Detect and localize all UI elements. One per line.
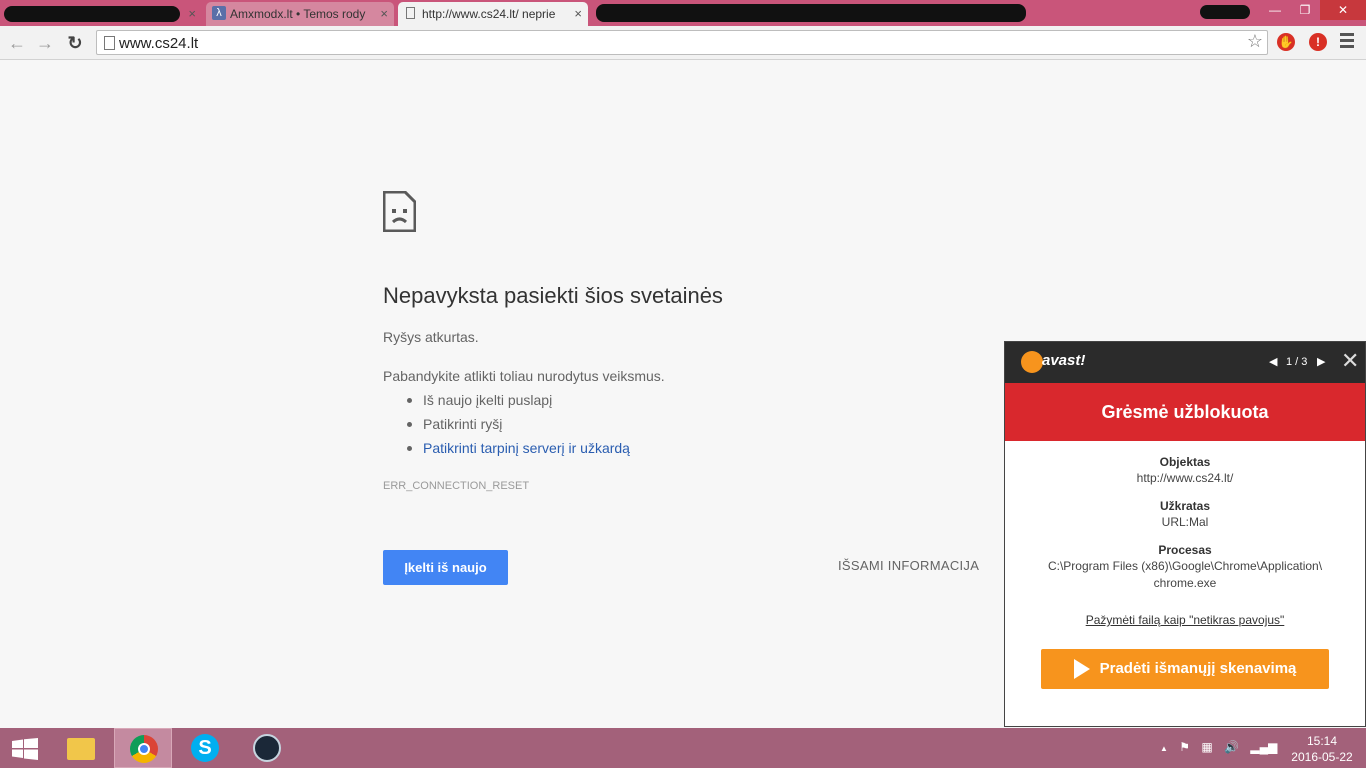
avast-logo-icon xyxy=(1021,351,1043,373)
volume-icon[interactable]: 🔊 xyxy=(1224,740,1239,754)
chrome-taskbar-button[interactable] xyxy=(114,728,172,768)
details-button[interactable]: IŠSAMI INFORMACIJA xyxy=(838,558,979,573)
list-item: Patikrinti ryšį xyxy=(405,415,630,439)
prev-arrow-icon[interactable]: ◀ xyxy=(1269,355,1277,368)
file-explorer-icon xyxy=(67,738,95,760)
process-label: Procesas xyxy=(1158,543,1212,557)
forward-button[interactable]: → xyxy=(34,32,56,54)
steam-icon xyxy=(253,734,281,762)
reload-icon[interactable]: ↻ xyxy=(64,32,86,54)
page-icon xyxy=(406,7,415,19)
object-label: Objektas xyxy=(1159,455,1211,469)
threat-blocked-banner: Grėsmė užblokuota xyxy=(1005,383,1365,441)
reload-button[interactable]: Įkelti iš naujo xyxy=(383,550,508,585)
bookmark-star-icon[interactable]: ☆ xyxy=(1247,31,1263,52)
object-value: http://www.cs24.lt/ xyxy=(1136,471,1234,485)
mark-false-positive-link[interactable]: Pažymėti failą kaip "netikras pavojus" xyxy=(1005,613,1365,627)
minimize-button[interactable]: — xyxy=(1260,0,1290,20)
smart-scan-label: Pradėti išmanųjį skenavimą xyxy=(1099,659,1297,677)
skype-taskbar-button[interactable]: S xyxy=(176,728,234,768)
network-icon[interactable]: ▦ xyxy=(1201,740,1212,754)
chrome-icon xyxy=(130,735,158,763)
avast-logo-text: avast! xyxy=(1042,352,1086,369)
clock-time[interactable]: 15:14 xyxy=(1292,734,1352,748)
signal-icon[interactable]: ▂▄▆ xyxy=(1250,740,1277,754)
file-explorer-button[interactable] xyxy=(52,728,110,768)
start-icon[interactable] xyxy=(12,738,38,760)
clock-date[interactable]: 2016-05-22 xyxy=(1287,750,1357,764)
tab-redacted[interactable]: × xyxy=(2,2,202,26)
tab-label: Amxmodx.lt • Temos rody xyxy=(230,7,366,21)
page-icon xyxy=(104,36,115,50)
try-text: Pabandykite atlikti toliau nurodytus vei… xyxy=(383,368,665,384)
sad-page-icon xyxy=(383,191,416,232)
chrome-menu-icon[interactable] xyxy=(1340,33,1354,51)
suggestion-list: Iš naujo įkelti puslapį Patikrinti ryšį … xyxy=(405,391,630,463)
tab-close-icon[interactable]: × xyxy=(380,6,388,21)
redacted-scribble xyxy=(596,4,1026,22)
play-icon xyxy=(1073,659,1090,679)
adblock-icon[interactable]: ✋ xyxy=(1277,33,1295,51)
show-hidden-icons-icon[interactable]: ▲ xyxy=(1160,744,1168,753)
steam-taskbar-button[interactable] xyxy=(238,728,296,768)
tab-close-icon[interactable]: × xyxy=(574,6,582,21)
tab-close-icon[interactable]: × xyxy=(188,6,196,21)
address-bar[interactable]: ☆ xyxy=(96,30,1268,55)
address-input[interactable] xyxy=(119,33,1239,53)
system-tray: ▲ ⚑ ▦ 🔊 ▂▄▆ xyxy=(1160,740,1285,754)
tab-strip: × λ Amxmodx.lt • Temos rody × http://www… xyxy=(0,0,1366,26)
back-button[interactable]: ← xyxy=(6,32,28,54)
restore-button[interactable]: ❐ xyxy=(1290,0,1320,20)
next-arrow-icon[interactable]: ▶ xyxy=(1317,355,1325,368)
smart-scan-button[interactable]: Pradėti išmanųjį skenavimą xyxy=(1041,649,1329,689)
error-subtitle: Ryšys atkurtas. xyxy=(383,329,479,345)
redacted-scribble xyxy=(1200,5,1250,19)
warning-icon[interactable]: ! xyxy=(1309,33,1327,51)
process-value-line1: C:\Program Files (x86)\Google\Chrome\App… xyxy=(1047,559,1323,573)
taskbar: S ▲ ⚑ ▦ 🔊 ▂▄▆ 15:14 2016-05-22 xyxy=(0,728,1366,768)
tab-amxmodx[interactable]: λ Amxmodx.lt • Temos rody × xyxy=(206,2,394,26)
avast-popup: avast! ◀ 1 / 3 ▶ ✕ Grėsmė užblokuota Obj… xyxy=(1004,341,1366,727)
avast-header: avast! ◀ 1 / 3 ▶ ✕ xyxy=(1005,342,1365,383)
list-item: Iš naujo įkelti puslapį xyxy=(405,391,630,415)
notification-counter: 1 / 3 xyxy=(1286,356,1308,368)
window-close-button[interactable]: ✕ xyxy=(1320,0,1366,20)
tab-cs24[interactable]: http://www.cs24.lt/ neprie × xyxy=(398,2,588,26)
error-title: Nepavyksta pasiekti šios svetainės xyxy=(383,283,723,308)
proxy-firewall-link[interactable]: Patikrinti tarpinį serverį ir užkardą xyxy=(405,439,630,463)
error-code: ERR_CONNECTION_RESET xyxy=(383,480,530,492)
process-value-line2: chrome.exe xyxy=(1153,576,1217,590)
close-icon[interactable]: ✕ xyxy=(1341,349,1359,373)
skype-icon: S xyxy=(191,734,219,762)
threat-value: URL:Mal xyxy=(1161,515,1209,529)
browser-toolbar: ← → ↻ ☆ ✋ ! xyxy=(0,26,1366,60)
tab-label: http://www.cs24.lt/ neprie xyxy=(422,7,556,21)
action-center-flag-icon[interactable]: ⚑ xyxy=(1179,740,1190,754)
lambda-icon: λ xyxy=(212,6,226,20)
threat-label: Užkratas xyxy=(1159,499,1211,513)
